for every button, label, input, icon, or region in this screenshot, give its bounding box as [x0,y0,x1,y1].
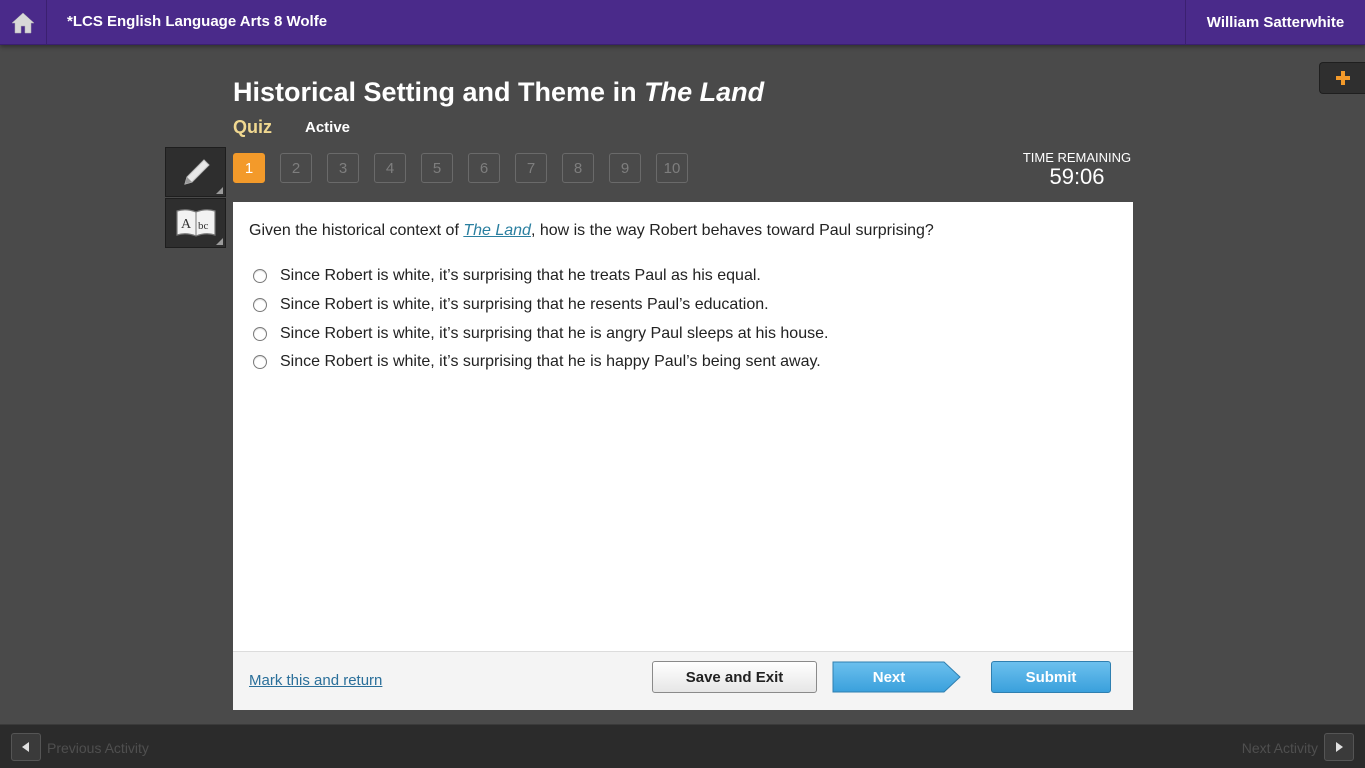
home-button[interactable] [0,0,47,45]
timer-value: 59:06 [1049,164,1105,189]
plus-icon [1335,71,1350,85]
pencil-tool-button[interactable] [165,147,226,197]
question-book-link[interactable]: The Land [463,222,531,239]
question-text-after: , how is the way Robert behaves toward P… [530,222,934,239]
previous-activity-label[interactable]: Previous Activity [47,740,149,756]
question-number-button[interactable]: 5 [421,153,453,183]
save-and-exit-button[interactable]: Save and Exit [652,661,817,693]
answer-radio[interactable] [253,298,267,313]
question-number-button[interactable]: 8 [562,153,594,183]
answer-radio[interactable] [253,269,267,284]
question-number-button[interactable]: 6 [468,153,500,183]
question-number-button[interactable]: 9 [609,153,641,183]
question-number-button[interactable]: 1 [233,153,265,183]
question-footer: Mark this and return Save and Exit Next … [233,651,1133,710]
answer-option-text: Since Robert is white, it’s surprising t… [280,296,769,314]
home-icon [11,12,35,33]
question-text: Given the historical context of The Land… [249,222,934,240]
triangle-right-icon [1336,742,1343,752]
question-text-before: Given the historical context of [249,222,464,239]
dictionary-book-icon: A bc [175,209,216,237]
activity-status: Active [305,119,351,136]
next-activity-button[interactable] [1324,733,1354,761]
activity-type: Quiz [233,117,272,137]
next-button-label: Next [872,668,906,686]
expand-button[interactable] [1319,62,1365,94]
answer-option-text: Since Robert is white, it’s surprising t… [280,353,821,371]
top-bar: *LCS English Language Arts 8 Wolfe Willi… [0,0,1365,45]
timer-label: TIME REMAINING [1022,150,1132,165]
triangle-left-icon [22,742,29,752]
question-number-button[interactable]: 7 [515,153,547,183]
answer-radio[interactable] [253,355,267,370]
bottom-bar: Previous Activity Next Activity [0,724,1365,768]
previous-activity-button[interactable] [11,733,41,761]
next-button[interactable]: Next [832,661,962,693]
answer-options: Since Robert is white, it’s surprising t… [253,262,828,377]
submit-button[interactable]: Submit [991,661,1111,693]
svg-text:A: A [181,217,192,232]
page-title-italic: The Land [644,77,765,107]
question-panel: Given the historical context of The Land… [233,202,1133,710]
answer-option[interactable]: Since Robert is white, it’s surprising t… [253,262,828,291]
pencil-icon [183,159,210,185]
question-navigation: 1 2 3 4 5 6 7 8 9 10 [233,153,688,183]
course-title[interactable]: *LCS English Language Arts 8 Wolfe [67,13,327,30]
question-number-button[interactable]: 4 [374,153,406,183]
next-activity-label[interactable]: Next Activity [1242,740,1318,756]
user-name[interactable]: William Satterwhite [1185,0,1365,45]
tool-corner [216,238,223,245]
mark-and-return-link[interactable]: Mark this and return [249,672,382,689]
tool-corner [216,187,223,194]
page-title: Historical Setting and Theme in The Land [233,77,764,108]
answer-option-text: Since Robert is white, it’s surprising t… [280,324,829,342]
answer-radio[interactable] [253,326,267,341]
answer-option-text: Since Robert is white, it’s surprising t… [280,267,761,285]
question-number-button[interactable]: 3 [327,153,359,183]
dictionary-tool-button[interactable]: A bc [165,198,226,248]
page-title-text: Historical Setting and Theme in [233,77,645,107]
svg-text:bc: bc [198,220,209,232]
answer-option[interactable]: Since Robert is white, it’s surprising t… [253,319,828,348]
answer-option[interactable]: Since Robert is white, it’s surprising t… [253,291,828,320]
question-number-button[interactable]: 2 [280,153,312,183]
question-number-button[interactable]: 10 [656,153,688,183]
answer-option[interactable]: Since Robert is white, it’s surprising t… [253,348,828,377]
